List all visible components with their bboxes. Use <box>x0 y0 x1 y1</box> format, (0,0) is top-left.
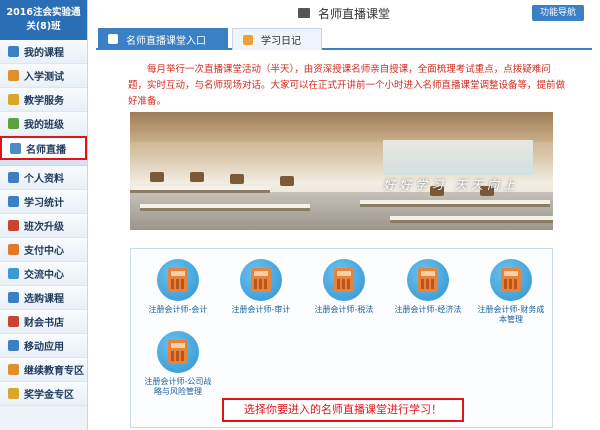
sidebar: 2016注会实验通关(8)班 我的课程入学测试教学服务我的班级名师直播 个人资料… <box>0 0 88 430</box>
sidebar-item-label: 我的班级 <box>24 120 64 131</box>
select-live-class-prompt: 选择你要进入的名师直播课堂进行学习！ <box>222 398 464 422</box>
payment-icon <box>8 244 19 255</box>
sidebar-item[interactable]: 选购课程 <box>0 286 87 310</box>
sidebar-item[interactable]: 个人资料 <box>0 166 87 190</box>
course-card-financial-cost-management[interactable]: 注册会计师-财务成本管理 <box>476 259 546 325</box>
monitor-icon <box>108 34 118 44</box>
course-card-tax-law[interactable]: 注册会计师-税法 <box>309 259 379 315</box>
sidebar-item[interactable]: 入学测试 <box>0 64 87 88</box>
test-paper-icon <box>8 70 19 81</box>
calculator-icon <box>407 259 449 301</box>
course-card-strategy-risk[interactable]: 注册会计师-公司战略与风险管理 <box>143 331 213 397</box>
sidebar-item-label: 继续教育专区 <box>24 366 84 377</box>
sidebar-item-label: 入学测试 <box>24 72 64 83</box>
sidebar-item[interactable]: 学习统计 <box>0 190 87 214</box>
live-icon <box>10 142 21 154</box>
course-card-audit[interactable]: 注册会计师-审计 <box>226 259 296 315</box>
tab-bar: 名师直播课堂入口 学习日记 <box>96 28 592 50</box>
sidebar-item-label: 学习统计 <box>24 198 64 209</box>
page-header: 名师直播课堂 功能导航 <box>88 0 600 26</box>
page-title: 名师直播课堂 <box>317 6 390 21</box>
banner-slogan: 好好学习 天天向上 <box>383 178 519 192</box>
sidebar-item-label: 个人资料 <box>24 174 64 185</box>
course-label: 注册会计师-经济法 <box>394 305 462 314</box>
education-icon <box>8 364 19 375</box>
chart-icon <box>8 196 19 207</box>
mobile-icon <box>8 340 19 351</box>
sidebar-item[interactable]: 继续教育专区 <box>0 358 87 382</box>
sidebar-item[interactable]: 教学服务 <box>0 88 87 112</box>
user-icon <box>8 172 19 183</box>
books-icon <box>8 46 19 57</box>
sidebar-item[interactable]: 我的课程 <box>0 40 87 64</box>
tv-icon <box>297 8 310 18</box>
sidebar-item-label: 支付中心 <box>24 246 64 257</box>
tab-study-diary[interactable]: 学习日记 <box>232 28 322 50</box>
class-icon <box>8 118 19 129</box>
function-nav-button[interactable]: 功能导航 <box>531 5 584 21</box>
cart-icon <box>8 292 19 303</box>
sidebar-item-label: 班次升级 <box>24 222 64 233</box>
chat-icon <box>8 268 19 279</box>
diary-icon <box>243 34 253 45</box>
sidebar-item-label: 奖学金专区 <box>24 390 74 401</box>
tab-label: 学习日记 <box>261 36 301 47</box>
sidebar-item[interactable]: 班次升级 <box>0 214 87 238</box>
live-class-notice: 每月举行一次直播课堂活动（半天），由资深授课名师亲自授课，全面梳理考试重点，点拨… <box>128 64 566 107</box>
sidebar-item-label: 财会书店 <box>24 318 64 329</box>
calculator-icon <box>240 259 282 301</box>
course-label: 注册会计师-公司战略与风险管理 <box>144 377 212 396</box>
sidebar-item-label: 交流中心 <box>24 270 64 281</box>
sidebar-item[interactable]: 财会书店 <box>0 310 87 334</box>
sidebar-item[interactable]: 支付中心 <box>0 238 87 262</box>
book-icon <box>8 316 19 327</box>
calculator-icon <box>157 259 199 301</box>
sidebar-item-label: 教学服务 <box>24 96 64 107</box>
upgrade-icon <box>8 220 19 231</box>
course-label: 注册会计师-财务成本管理 <box>477 305 545 324</box>
calculator-icon <box>157 331 199 373</box>
sidebar-item[interactable]: 移动应用 <box>0 334 87 358</box>
course-label: 注册会计师-审计 <box>231 305 291 314</box>
course-label: 注册会计师-税法 <box>314 305 374 314</box>
scholarship-icon <box>8 388 19 399</box>
calculator-icon <box>323 259 365 301</box>
service-icon <box>8 94 19 105</box>
course-card-economic-law[interactable]: 注册会计师-经济法 <box>393 259 463 315</box>
classroom-banner-image: 好好学习 天天向上 <box>130 112 553 230</box>
course-label: 注册会计师-会计 <box>148 305 208 314</box>
tab-live-class-entry[interactable]: 名师直播课堂入口 <box>98 28 228 50</box>
sidebar-item-label: 选购课程 <box>24 294 64 305</box>
tab-label: 名师直播课堂入口 <box>126 35 206 47</box>
class-name-header: 2016注会实验通关(8)班 <box>0 0 87 40</box>
main-content: 名师直播课堂 功能导航 名师直播课堂入口 学习日记 每月举行一次直播课堂活动（半… <box>88 0 600 430</box>
sidebar-item[interactable]: 奖学金专区 <box>0 382 87 406</box>
sidebar-item[interactable]: 我的班级 <box>0 112 87 136</box>
sidebar-item-label: 名师直播 <box>26 144 66 156</box>
sidebar-item-label: 我的课程 <box>24 48 64 59</box>
course-card-accounting[interactable]: 注册会计师-会计 <box>143 259 213 315</box>
sidebar-item-label: 移动应用 <box>24 342 64 353</box>
sidebar-item[interactable]: 名师直播 <box>0 136 87 160</box>
calculator-icon <box>490 259 532 301</box>
sidebar-item[interactable]: 交流中心 <box>0 262 87 286</box>
